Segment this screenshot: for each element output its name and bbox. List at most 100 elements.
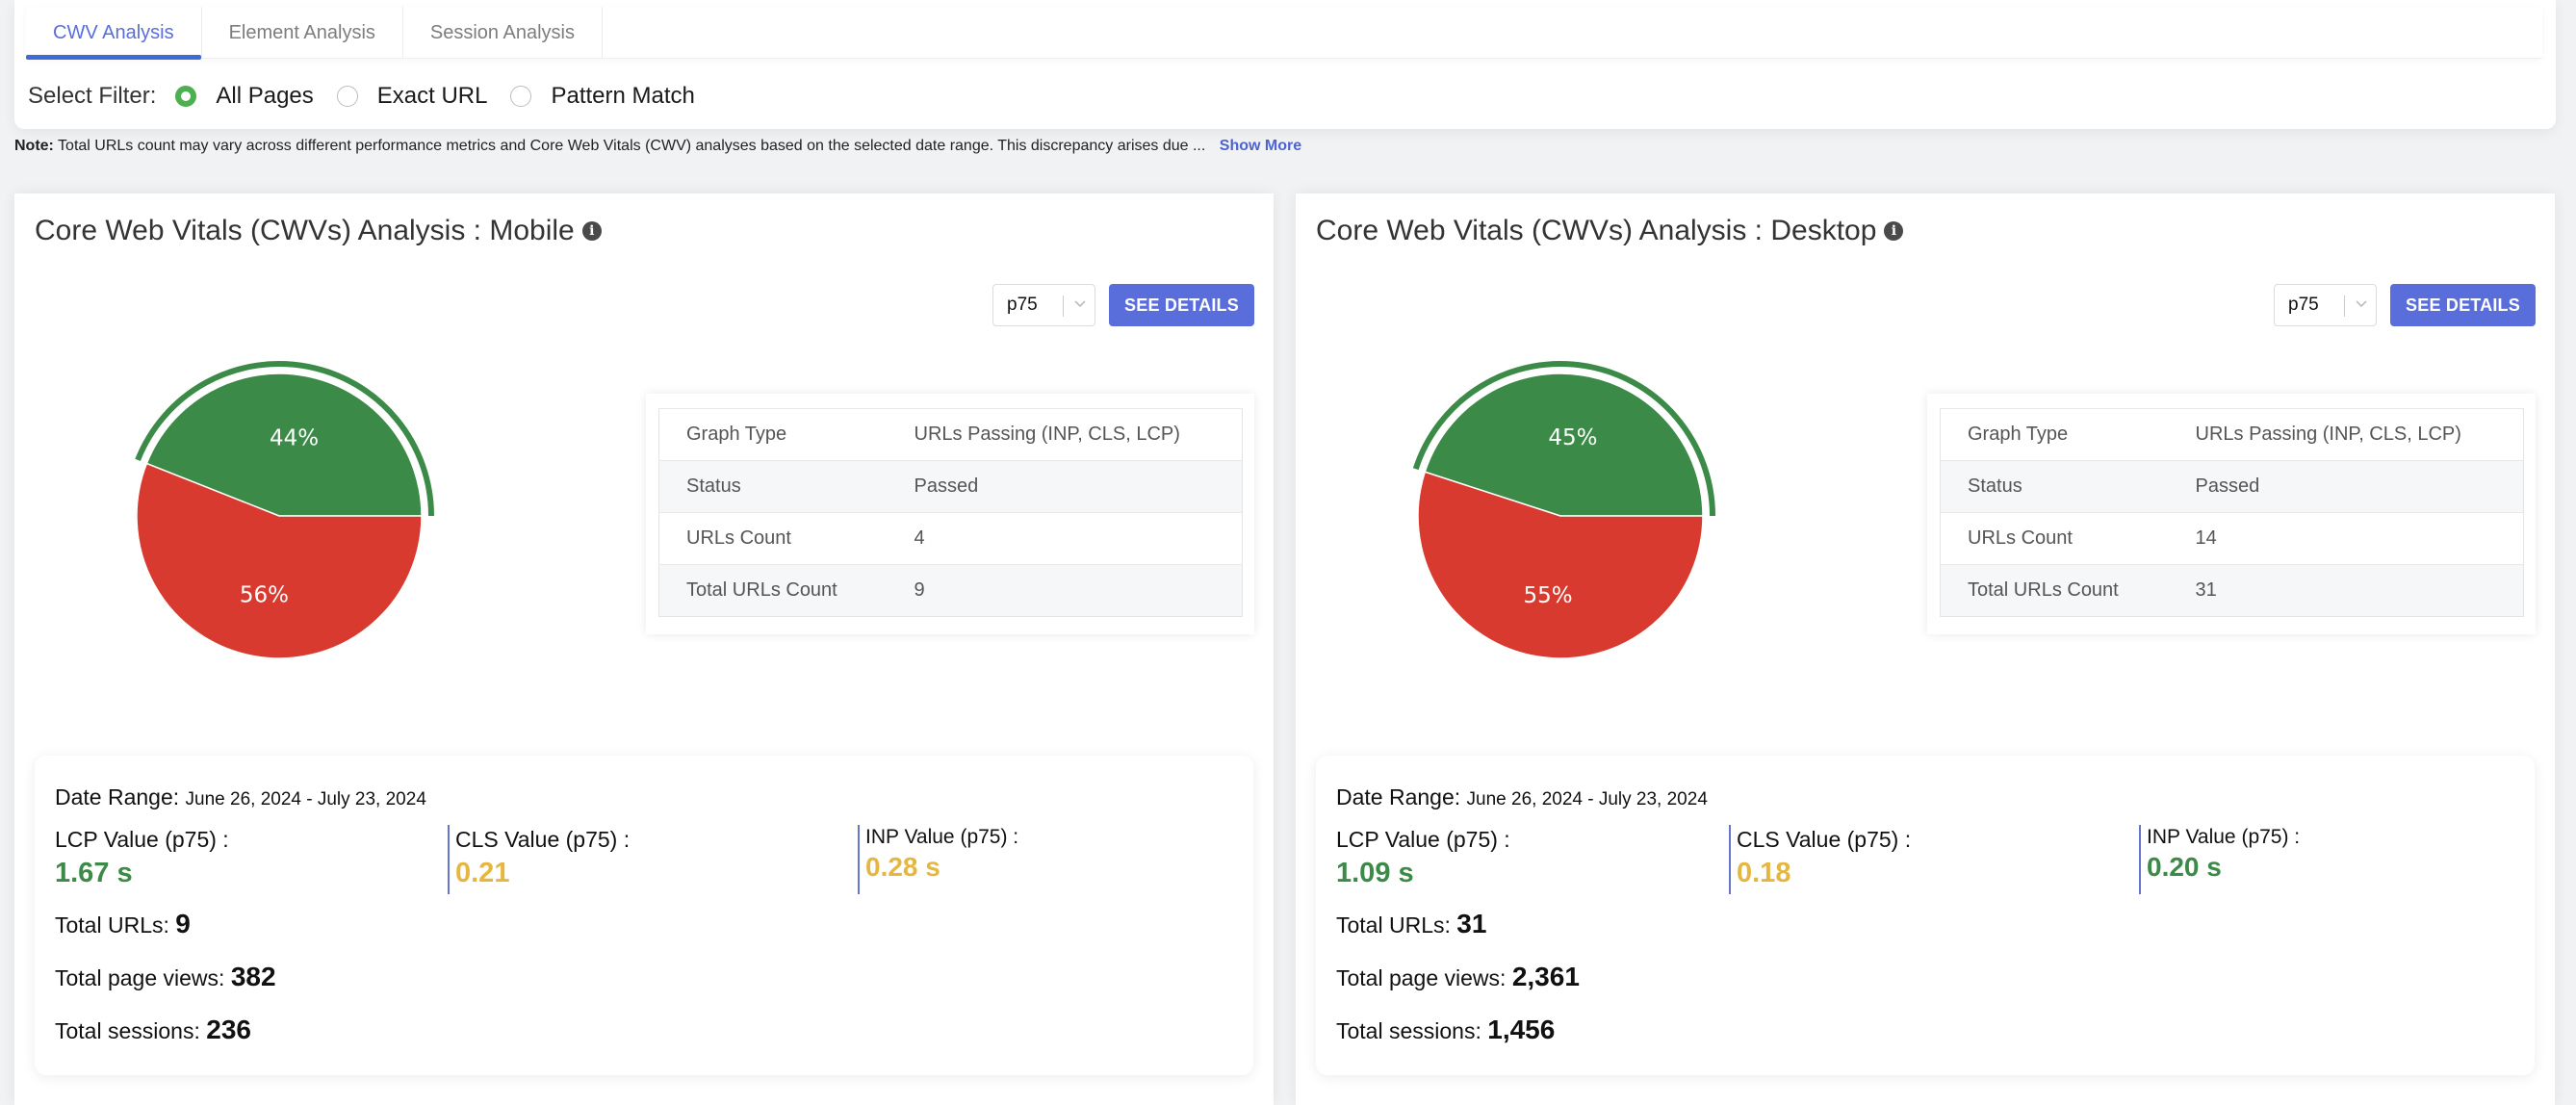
total-value: 9 <box>175 909 191 938</box>
metric-label: INP Value (p75) : <box>2147 826 2301 848</box>
table-row: URLs Count 4 <box>658 512 1243 565</box>
total-urls: Total URLs: 9 <box>55 910 276 963</box>
filter-row: Select Filter: All Pages Exact URL Patte… <box>28 79 718 114</box>
graph-info-table: Graph Type URLs Passing (INP, CLS, LCP) S… <box>1940 408 2524 617</box>
percentile-select[interactable]: p75 <box>992 284 1095 326</box>
metric-value: 0.28 s <box>865 852 940 882</box>
metric-label: CLS Value (p75) : <box>455 827 631 852</box>
row-value: 31 <box>2195 564 2524 617</box>
chevron-down-icon[interactable] <box>1072 296 1088 311</box>
table-row: Graph Type URLs Passing (INP, CLS, LCP) <box>658 408 1243 461</box>
radio-pattern-match[interactable]: Pattern Match <box>510 83 695 110</box>
graph-info-table: Graph Type URLs Passing (INP, CLS, LCP) S… <box>658 408 1243 617</box>
note-prefix: Note: <box>14 138 54 154</box>
radio-all-pages[interactable]: All Pages <box>175 83 314 110</box>
metric-label: INP Value (p75) : <box>865 826 1019 848</box>
total-sessions: Total sessions: 1,456 <box>1336 1015 1580 1068</box>
panel-title: Core Web Vitals (CWVs) Analysis : Mobile… <box>35 215 602 247</box>
note-text: Note: Total URLs count may vary across d… <box>14 138 1301 155</box>
pie-label-passed: 44% <box>270 426 319 451</box>
panel-title-text: Core Web Vitals (CWVs) Analysis : Mobile <box>35 215 575 246</box>
row-key: URLs Count <box>658 512 914 565</box>
row-key: Status <box>658 460 914 513</box>
row-value: URLs Passing (INP, CLS, LCP) <box>2195 408 2524 461</box>
tab-session-analysis[interactable]: Session Analysis <box>403 7 603 59</box>
total-value: 236 <box>206 1015 251 1044</box>
total-page-views: Total page views: 2,361 <box>1336 963 1580 1015</box>
lcp-metric: LCP Value (p75) : 1.09 s <box>1336 825 1510 894</box>
date-range-value: June 26, 2024 - July 23, 2024 <box>1466 789 1708 809</box>
select-separator <box>1063 296 1064 317</box>
total-value: 382 <box>230 962 276 991</box>
info-icon[interactable]: i <box>581 221 602 241</box>
date-range: Date Range: June 26, 2024 - July 23, 202… <box>55 784 426 810</box>
stats-card: Date Range: June 26, 2024 - July 23, 202… <box>35 756 1253 1075</box>
total-label: Total sessions: <box>55 1018 200 1043</box>
table-row: Status Passed <box>658 460 1243 513</box>
total-label: Total page views: <box>1336 965 1507 990</box>
cls-metric: CLS Value (p75) : 0.18 <box>1729 825 1911 894</box>
row-key: Status <box>1940 460 2196 513</box>
see-details-button[interactable]: SEE DETAILS <box>2390 284 2536 326</box>
row-value: Passed <box>914 460 1243 513</box>
pie-label-failed: 55% <box>1523 583 1572 608</box>
row-key: Graph Type <box>1940 408 2196 461</box>
total-value: 1,456 <box>1487 1015 1556 1044</box>
date-range-label: Date Range: <box>55 784 180 809</box>
filter-label: Select Filter: <box>28 83 157 109</box>
row-key: URLs Count <box>1940 512 2196 565</box>
radio-unchecked-icon[interactable] <box>336 86 358 107</box>
metric-value: 0.21 <box>455 858 510 888</box>
metric-value: 1.67 s <box>55 858 133 888</box>
metrics-row: LCP Value (p75) : 1.67 s CLS Value (p75)… <box>55 825 1249 894</box>
inp-metric: INP Value (p75) : 0.28 s <box>858 825 1018 894</box>
row-key: Total URLs Count <box>1940 564 2196 617</box>
graph-info-card: Graph Type URLs Passing (INP, CLS, LCP) S… <box>646 394 1254 634</box>
total-label: Total page views: <box>55 965 225 990</box>
see-details-button[interactable]: SEE DETAILS <box>1109 284 1254 326</box>
total-page-views: Total page views: 382 <box>55 963 276 1015</box>
date-range-value: June 26, 2024 - July 23, 2024 <box>185 789 426 809</box>
metric-value: 1.09 s <box>1336 858 1414 888</box>
tab-element-analysis[interactable]: Element Analysis <box>202 7 403 59</box>
table-row: URLs Count 14 <box>1940 512 2524 565</box>
row-value: 4 <box>914 512 1243 565</box>
total-label: Total URLs: <box>1336 912 1451 938</box>
row-key: Total URLs Count <box>658 564 914 617</box>
total-label: Total sessions: <box>1336 1018 1481 1043</box>
table-row: Total URLs Count 31 <box>1940 564 2524 617</box>
total-sessions: Total sessions: 236 <box>55 1015 276 1068</box>
radio-unchecked-icon[interactable] <box>510 86 532 107</box>
totals: Total URLs: 31 Total page views: 2,361 T… <box>1336 910 1580 1068</box>
graph-info-card: Graph Type URLs Passing (INP, CLS, LCP) S… <box>1927 394 2536 634</box>
percentile-select[interactable]: p75 <box>2274 284 2377 326</box>
tab-cwv-analysis[interactable]: CWV Analysis <box>26 7 202 60</box>
radio-checked-icon[interactable] <box>175 86 197 107</box>
total-value: 31 <box>1456 909 1487 938</box>
row-value: URLs Passing (INP, CLS, LCP) <box>914 408 1243 461</box>
pie-chart: 44% 56% <box>111 338 457 684</box>
metric-value: 0.20 s <box>2147 852 2222 882</box>
row-key: Graph Type <box>658 408 914 461</box>
filter-card: CWV Analysis Element Analysis Session An… <box>14 0 2556 129</box>
cls-metric: CLS Value (p75) : 0.21 <box>448 825 630 894</box>
date-range: Date Range: June 26, 2024 - July 23, 202… <box>1336 784 1708 810</box>
info-icon[interactable]: i <box>1884 221 1904 241</box>
note-body: Total URLs count may vary across differe… <box>58 138 1206 154</box>
metric-value: 0.18 <box>1737 858 1791 888</box>
total-value: 2,361 <box>1511 962 1580 991</box>
mobile-cwv-panel: Core Web Vitals (CWVs) Analysis : Mobile… <box>14 193 1274 1105</box>
metric-label: LCP Value (p75) : <box>55 827 229 852</box>
radio-label: All Pages <box>216 83 314 109</box>
lcp-metric: LCP Value (p75) : 1.67 s <box>55 825 229 894</box>
table-row: Graph Type URLs Passing (INP, CLS, LCP) <box>1940 408 2524 461</box>
stats-card: Date Range: June 26, 2024 - July 23, 202… <box>1316 756 2535 1075</box>
chevron-down-icon[interactable] <box>2354 296 2369 311</box>
show-more-link[interactable]: Show More <box>1220 138 1301 154</box>
total-urls: Total URLs: 31 <box>1336 910 1580 963</box>
panel-controls: p75 SEE DETAILS <box>992 284 1254 326</box>
select-separator <box>2344 296 2345 317</box>
radio-exact-url[interactable]: Exact URL <box>336 83 488 110</box>
radio-label: Exact URL <box>376 83 488 109</box>
total-label: Total URLs: <box>55 912 169 938</box>
